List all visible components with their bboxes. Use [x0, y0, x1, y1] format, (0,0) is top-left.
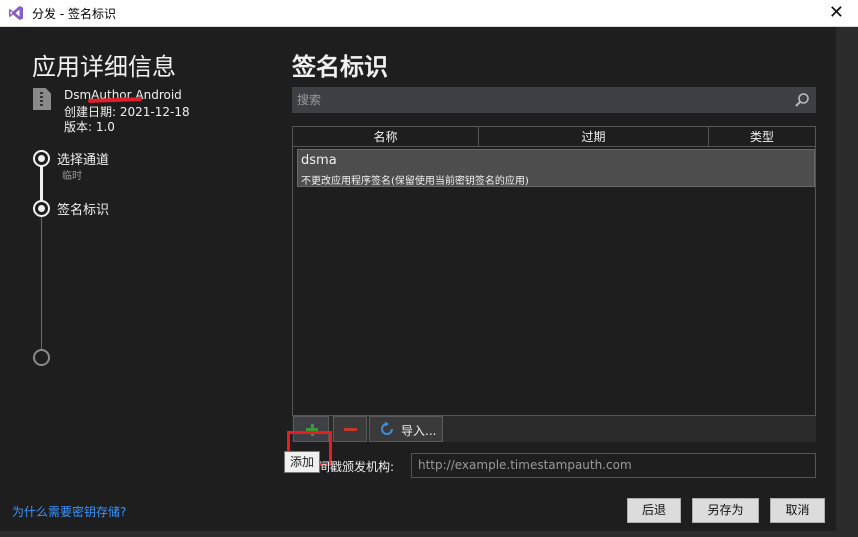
- search-input[interactable]: [297, 91, 787, 109]
- table-header: 名称 过期 类型: [293, 127, 815, 147]
- search-icon[interactable]: [794, 92, 810, 108]
- window-title: 分发 - 签名标识: [32, 7, 116, 21]
- step-2-dot[interactable]: [33, 200, 50, 217]
- app-version: 版本: 1.0: [64, 120, 115, 134]
- step-1-label[interactable]: 选择通道: [57, 149, 109, 168]
- column-header-expiry[interactable]: 过期: [479, 127, 709, 147]
- import-button[interactable]: 导入...: [369, 416, 443, 442]
- cancel-button[interactable]: 取消: [770, 498, 825, 523]
- remove-button[interactable]: [333, 416, 367, 442]
- add-tooltip: 添加: [284, 451, 320, 473]
- background-window-edge: [836, 27, 858, 537]
- identity-table: 名称 过期 类型 dsma 不更改应用程序签名(保留使用当前密钥签名的应用): [292, 126, 816, 442]
- dialog-body: 应用详细信息 DsmAuthor Android 创建日期: 2021-12-1…: [0, 27, 836, 531]
- close-icon[interactable]: ✕: [829, 2, 844, 23]
- table-row[interactable]: dsma 不更改应用程序签名(保留使用当前密钥签名的应用): [297, 149, 815, 187]
- title-bar: 分发 - 签名标识 ✕: [0, 0, 858, 27]
- signing-identity-heading: 签名标识: [292, 53, 388, 81]
- import-label: 导入...: [401, 424, 437, 438]
- background-window-bottom: [0, 531, 836, 537]
- step-1-sublabel: 临时: [62, 171, 82, 182]
- step-3-dot: [33, 349, 50, 366]
- column-header-type[interactable]: 类型: [709, 127, 815, 147]
- minus-icon: [344, 428, 357, 431]
- search-box[interactable]: [292, 87, 816, 113]
- visual-studio-logo-icon: [9, 6, 23, 20]
- import-icon: [381, 421, 393, 435]
- archive-file-icon: [33, 88, 51, 110]
- step-1-dot[interactable]: [33, 150, 50, 167]
- save-as-button[interactable]: 另存为: [692, 498, 759, 523]
- column-header-name[interactable]: 名称: [293, 127, 479, 147]
- stepper-track-line: [41, 212, 42, 350]
- app-details-heading: 应用详细信息: [32, 53, 176, 81]
- step-2-label[interactable]: 签名标识: [57, 199, 109, 218]
- keystore-help-link[interactable]: 为什么需要密钥存储?: [12, 503, 126, 520]
- back-button[interactable]: 后退: [627, 498, 681, 523]
- timestamp-authority-input[interactable]: http://example.timestampauth.com: [411, 453, 816, 478]
- identity-name: dsma: [301, 153, 337, 168]
- identity-description: 不更改应用程序签名(保留使用当前密钥签名的应用): [301, 176, 529, 187]
